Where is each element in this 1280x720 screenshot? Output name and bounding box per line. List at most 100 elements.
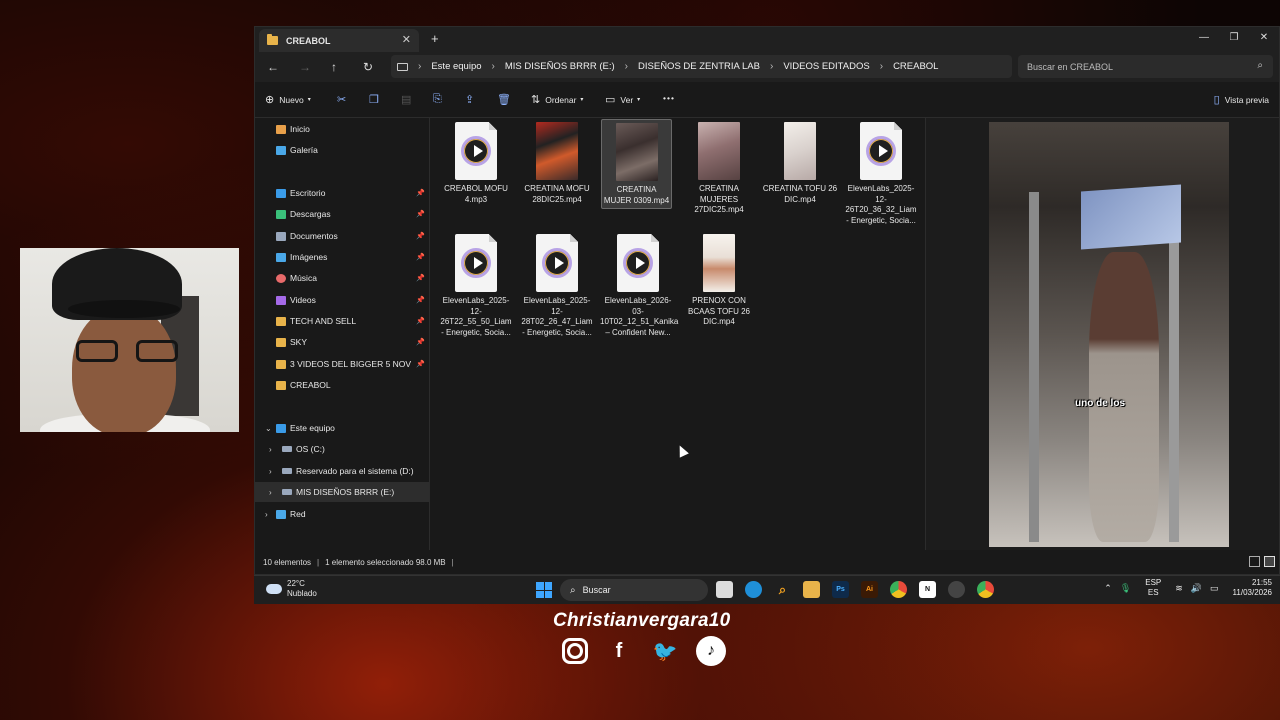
sort-button[interactable]: ⇅ Ordenar ▾ (531, 93, 583, 106)
pin-icon[interactable]: 📌 (416, 232, 425, 240)
taskbar-search[interactable]: ⌕ Buscar (560, 579, 708, 601)
file-item[interactable]: CREATINA MUJERES 27DIC25.mp4 (681, 122, 757, 216)
details-view-button[interactable] (1249, 556, 1260, 567)
drive-icon (282, 489, 292, 495)
sidebar-item-musica[interactable]: Música 📌 (255, 268, 429, 288)
search-input[interactable]: Buscar en CREABOL ⌕ (1018, 55, 1273, 78)
view-button[interactable]: ▭ Ver ▾ (605, 93, 640, 106)
status-separator: | (451, 557, 454, 567)
file-name: ElevenLabs_2025-12-26T22_55_50_Liam - En… (440, 296, 512, 337)
sidebar-item-creabol[interactable]: CREABOL (255, 375, 429, 395)
file-explorer-icon[interactable] (803, 581, 820, 598)
file-item[interactable]: PRENOX CON BCAAS TOFU 26 DIC.mp4 (681, 234, 757, 328)
sidebar-item-3-videos[interactable]: 3 VIDEOS DEL BIGGER 5 NOV 📌 (255, 354, 429, 374)
chevron-right-icon[interactable]: › (269, 445, 272, 454)
chrome-profile-icon[interactable] (977, 581, 994, 598)
pin-icon[interactable]: 📌 (416, 296, 425, 304)
sidebar-item-drive-e[interactable]: › MIS DISEÑOS BRRR (E:) (255, 482, 429, 502)
refresh-icon[interactable]: ↻ (363, 60, 373, 74)
share-icon[interactable]: ⇪ (465, 93, 474, 106)
tab-creabol[interactable]: CREABOL ✕ (259, 29, 419, 52)
sidebar-item-drive-c[interactable]: › OS (C:) (255, 439, 429, 459)
sidebar-item-documentos[interactable]: Documentos 📌 (255, 226, 429, 246)
pin-icon[interactable]: 📌 (416, 360, 425, 368)
photoshop-icon[interactable]: Ps (832, 581, 849, 598)
pin-icon[interactable]: 📌 (416, 189, 425, 197)
up-arrow-icon[interactable]: ↑ (331, 60, 337, 74)
chevron-right-icon[interactable]: › (265, 510, 268, 519)
search-placeholder: Buscar en CREABOL (1027, 61, 1114, 72)
chevron-right-icon[interactable]: › (269, 467, 272, 476)
language-indicator[interactable]: ESP ES (1145, 578, 1161, 598)
davinci-icon[interactable] (948, 581, 965, 598)
battery-icon[interactable]: ▭ (1210, 583, 1219, 594)
file-item[interactable]: ElevenLabs_2025-12-26T22_55_50_Liam - En… (438, 234, 514, 338)
sidebar-item-red[interactable]: › Red (255, 504, 429, 524)
illustrator-icon[interactable]: Ai (861, 581, 878, 598)
chevron-down-icon[interactable]: ⌄ (265, 424, 272, 433)
sidebar-item-inicio[interactable]: Inicio (255, 119, 429, 139)
sidebar-item-videos[interactable]: Videos 📌 (255, 290, 429, 310)
file-item[interactable]: CREATINA MOFU 28DIC25.mp4 (519, 122, 595, 205)
new-button[interactable]: ⊕ Nuevo ▾ (265, 93, 311, 106)
address-bar[interactable]: › Este equipo › MIS DISEÑOS BRRR (E:) › … (391, 55, 1012, 78)
minimize-button[interactable]: — (1189, 27, 1219, 52)
notion-icon[interactable]: N (919, 581, 936, 598)
file-item[interactable]: CREABOL MOFU 4.mp3 (438, 122, 514, 205)
video-thumbnail (784, 122, 816, 180)
task-view-icon[interactable] (716, 581, 733, 598)
rename-icon[interactable]: ⎘ (433, 93, 442, 106)
pin-icon[interactable]: 📌 (416, 253, 425, 261)
chrome-icon[interactable] (890, 581, 907, 598)
breadcrumb-creabol[interactable]: CREABOL (893, 61, 938, 72)
search-app-icon[interactable]: ⌕ (774, 581, 791, 598)
sidebar-item-sky[interactable]: SKY 📌 (255, 332, 429, 352)
maximize-button[interactable]: ❐ (1219, 27, 1249, 52)
new-tab-button[interactable]: + (431, 31, 439, 46)
delete-icon[interactable]: 🗑 (497, 93, 511, 106)
wifi-icon[interactable]: ≋ (1175, 583, 1183, 594)
volume-icon[interactable]: 🔊 (1191, 583, 1202, 594)
sidebar-item-galeria[interactable]: Galería (255, 140, 429, 160)
cut-icon[interactable]: ✂ (337, 93, 346, 106)
breadcrumb-este-equipo[interactable]: Este equipo (431, 61, 481, 72)
sidebar-item-descargas[interactable]: Descargas 📌 (255, 204, 429, 224)
sidebar-item-tech-and-sell[interactable]: TECH AND SELL 📌 (255, 311, 429, 331)
more-options-icon[interactable]: ••• (663, 93, 675, 103)
breadcrumb-zentria-lab[interactable]: DISEÑOS DE ZENTRIA LAB (638, 61, 760, 72)
edge-icon[interactable] (745, 581, 762, 598)
paste-icon[interactable]: ▤ (401, 93, 411, 106)
video-preview[interactable]: uno de los (989, 122, 1229, 547)
breadcrumb-videos-editados[interactable]: VIDEOS EDITADOS (783, 61, 869, 72)
person-glasses (76, 340, 178, 362)
file-item[interactable]: CREATINA TOFU 26 DIC.mp4 (762, 122, 838, 205)
back-arrow-icon[interactable]: ← (267, 60, 279, 74)
microphone-icon[interactable]: 🎙 (1120, 583, 1131, 594)
file-item[interactable]: ElevenLabs_2025-12-26T20_36_32_Liam - En… (843, 122, 919, 226)
sidebar-item-drive-d[interactable]: › Reservado para el sistema (D:) (255, 461, 429, 481)
file-item[interactable]: ElevenLabs_2026-03-10T02_12_51_Kanika – … (600, 234, 678, 338)
pin-icon[interactable]: 📌 (416, 274, 425, 282)
tab-close-icon[interactable]: ✕ (402, 33, 411, 46)
pin-icon[interactable]: 📌 (416, 317, 425, 325)
sidebar-item-escritorio[interactable]: Escritorio 📌 (255, 183, 429, 203)
pin-icon[interactable]: 📌 (416, 210, 425, 218)
clock[interactable]: 21:55 11/03/2026 (1233, 578, 1272, 598)
file-item-selected[interactable]: CREATINA MUJER 0309.mp4 (601, 119, 672, 209)
sidebar-item-label: Imágenes (290, 252, 328, 262)
breadcrumb-drive-e[interactable]: MIS DISEÑOS BRRR (E:) (505, 61, 615, 72)
selection-info: 1 elemento seleccionado 98.0 MB (325, 557, 446, 567)
pin-icon[interactable]: 📌 (416, 338, 425, 346)
copy-icon[interactable]: ❐ (369, 93, 379, 106)
weather-widget[interactable]: 22°C Nublado (266, 579, 317, 599)
chevron-right-icon[interactable]: › (269, 488, 272, 497)
preview-pane-button[interactable]: ▯ Vista previa (1214, 93, 1269, 106)
chevron-up-icon[interactable]: ⌃ (1104, 583, 1112, 594)
large-icons-view-button[interactable] (1264, 556, 1275, 567)
sidebar-item-imagenes[interactable]: Imágenes 📌 (255, 247, 429, 267)
file-item[interactable]: ElevenLabs_2025-12-28T02_26_47_Liam - En… (519, 234, 595, 338)
start-button[interactable] (536, 582, 552, 598)
close-window-button[interactable]: ✕ (1249, 27, 1279, 52)
forward-arrow-icon[interactable]: → (299, 60, 311, 74)
sidebar-item-este-equipo[interactable]: ⌄ Este equipo (255, 418, 429, 438)
